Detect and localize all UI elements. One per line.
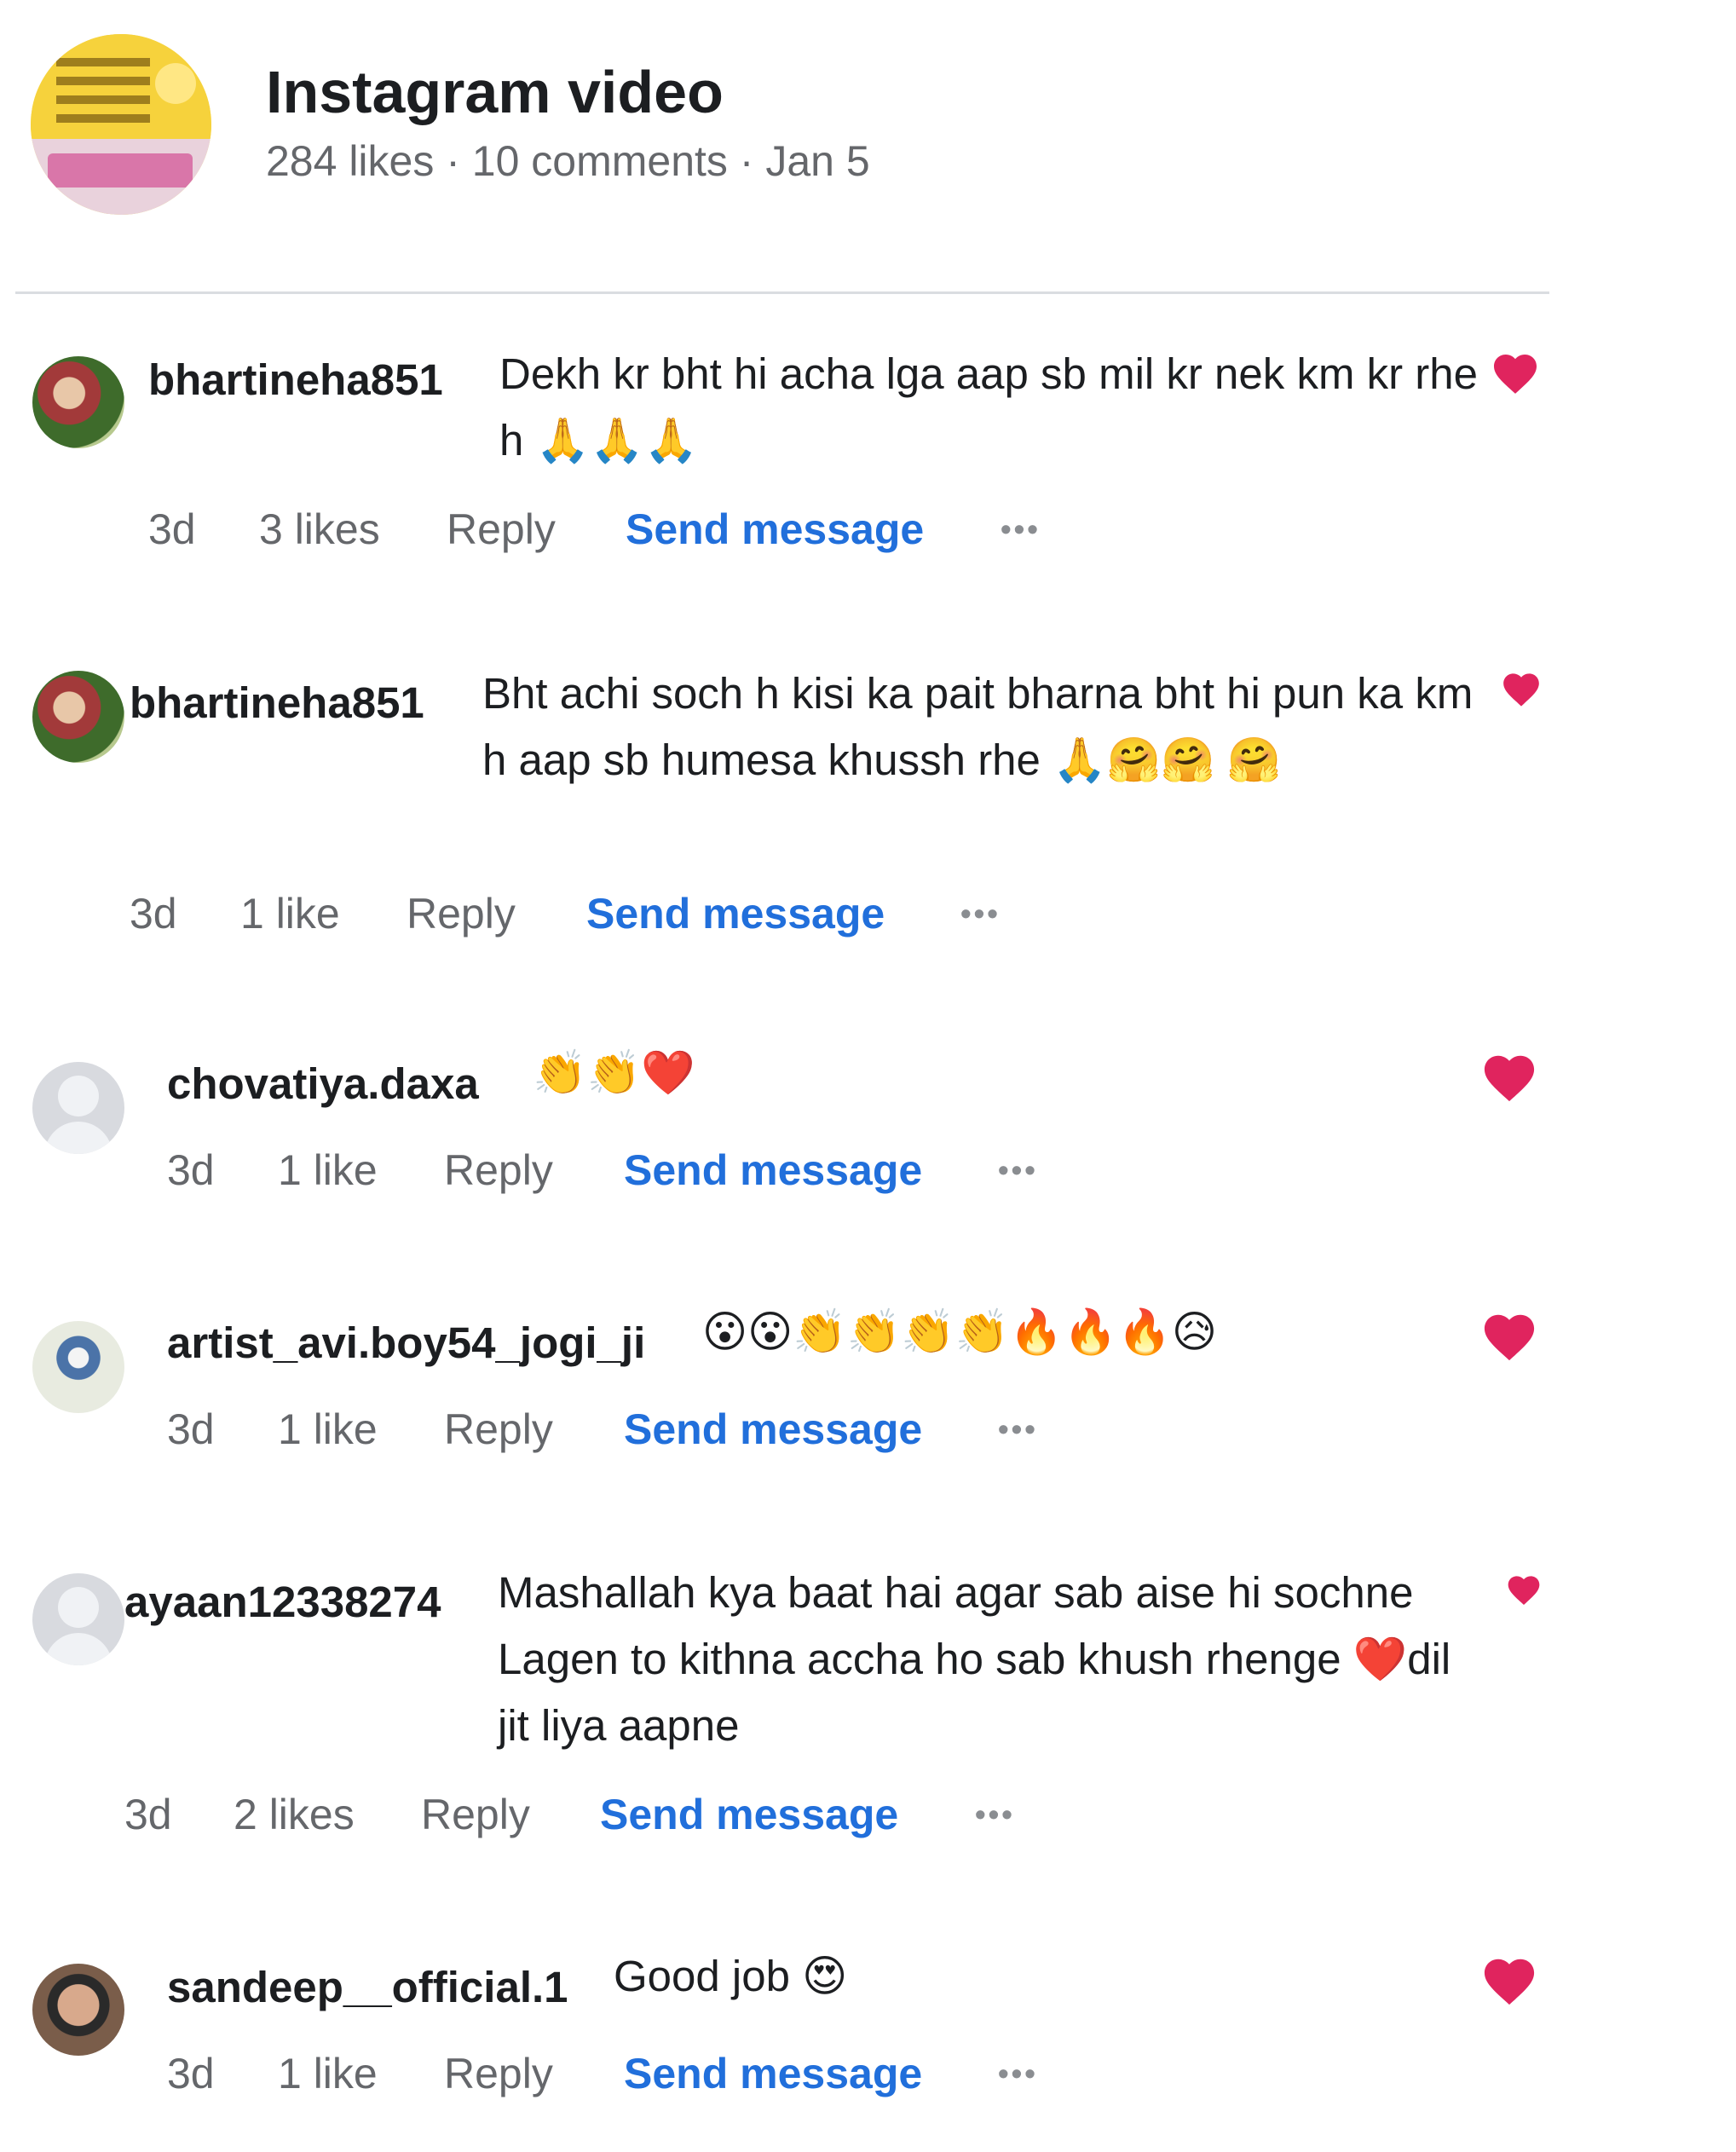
comment-actions: 3d 1 like Reply Send message ••• bbox=[167, 2049, 1104, 2100]
comment-text: 😮😮👏👏👏👏🔥🔥🔥😥 bbox=[702, 1307, 1218, 1356]
comment-text: Good job 😍 bbox=[614, 1952, 848, 2000]
heart-icon[interactable] bbox=[1479, 1952, 1539, 2006]
comment-time: 3d bbox=[167, 1146, 215, 1194]
comment-time: 3d bbox=[167, 1405, 215, 1453]
post-title[interactable]: Instagram video bbox=[266, 58, 724, 126]
reply-button[interactable]: Reply bbox=[444, 2049, 553, 2098]
send-message-button[interactable]: Send message bbox=[626, 505, 924, 554]
post-thumbnail[interactable] bbox=[31, 34, 211, 215]
comment-item: bhartineha851 Dekh kr bht hi acha lga aa… bbox=[0, 341, 1551, 563]
more-options-button[interactable]: ••• bbox=[960, 896, 1001, 932]
more-options-button[interactable]: ••• bbox=[1001, 511, 1041, 547]
comment-actions: 3d 3 likes Reply Send message ••• bbox=[148, 505, 1086, 556]
comment-time: 3d bbox=[130, 890, 177, 938]
post-meta: 284 likes · 10 comments · Jan 5 bbox=[266, 137, 870, 185]
send-message-button[interactable]: Send message bbox=[586, 889, 885, 938]
reply-button[interactable]: Reply bbox=[444, 1405, 553, 1454]
divider bbox=[15, 291, 1549, 294]
comment-actions: 3d 2 likes Reply Send message ••• bbox=[124, 1790, 1062, 1841]
comment-actions: 3d 1 like Reply Send message ••• bbox=[167, 1145, 1104, 1197]
heart-icon[interactable] bbox=[1505, 1565, 1543, 1613]
comment-item: chovatiya.daxa 👏👏❤️ 3d 1 like Reply Send… bbox=[0, 1040, 1551, 1210]
heart-icon[interactable] bbox=[1500, 664, 1543, 712]
comment-username[interactable]: chovatiya.daxa bbox=[167, 1059, 479, 1109]
comment-time: 3d bbox=[124, 1791, 172, 1838]
comment-likes[interactable]: 2 likes bbox=[234, 1790, 355, 1839]
heart-icon[interactable] bbox=[1490, 348, 1541, 395]
comment-text: Mashallah kya baat hai agar sab aise hi … bbox=[498, 1568, 1451, 1750]
avatar[interactable] bbox=[32, 1964, 124, 2056]
post-header: Instagram video 284 likes · 10 comments … bbox=[31, 34, 1548, 217]
comment-likes[interactable]: 1 like bbox=[240, 889, 340, 938]
comment-time: 3d bbox=[167, 2050, 215, 2097]
comment-item: bhartineha851 Bht achi soch h kisi ka pa… bbox=[0, 661, 1551, 950]
comment-time: 3d bbox=[148, 505, 196, 553]
more-options-button[interactable]: ••• bbox=[998, 2056, 1038, 2091]
comment-text: Bht achi soch h kisi ka pait bharna bht … bbox=[482, 669, 1474, 784]
comment-likes[interactable]: 1 like bbox=[278, 1405, 378, 1454]
avatar[interactable] bbox=[32, 1321, 124, 1413]
comment-actions: 3d 1 like Reply Send message ••• bbox=[167, 1405, 1104, 1456]
reply-button[interactable]: Reply bbox=[407, 889, 516, 938]
comment-username[interactable]: bhartineha851 bbox=[130, 678, 424, 728]
reply-button[interactable]: Reply bbox=[421, 1790, 530, 1839]
comment-text: Dekh kr bht hi acha lga aap sb mil kr ne… bbox=[499, 349, 1478, 464]
comment-likes[interactable]: 1 like bbox=[278, 2049, 378, 2098]
avatar[interactable] bbox=[32, 356, 124, 448]
comment-actions: 3d 1 like Reply Send message ••• bbox=[130, 889, 1067, 940]
comment-username[interactable]: sandeep__official.1 bbox=[167, 1962, 568, 2012]
comment-item: sandeep__official.1 Good job 😍 3d 1 like… bbox=[0, 1943, 1551, 2114]
comment-username[interactable]: ayaan12338274 bbox=[124, 1577, 441, 1627]
more-options-button[interactable]: ••• bbox=[998, 1152, 1038, 1188]
more-options-button[interactable]: ••• bbox=[998, 1411, 1038, 1447]
comment-item: artist_avi.boy54_jogi_ji 😮😮👏👏👏👏🔥🔥🔥😥 3d 1… bbox=[0, 1299, 1551, 1469]
reply-button[interactable]: Reply bbox=[444, 1145, 553, 1195]
heart-icon[interactable] bbox=[1479, 1048, 1539, 1103]
send-message-button[interactable]: Send message bbox=[600, 1790, 898, 1839]
comment-username[interactable]: bhartineha851 bbox=[148, 355, 443, 405]
heart-icon[interactable] bbox=[1479, 1307, 1539, 1362]
avatar[interactable] bbox=[32, 1573, 124, 1665]
comment-text: 👏👏❤️ bbox=[533, 1048, 695, 1097]
comment-username[interactable]: artist_avi.boy54_jogi_ji bbox=[167, 1318, 645, 1368]
send-message-button[interactable]: Send message bbox=[624, 1405, 922, 1454]
send-message-button[interactable]: Send message bbox=[624, 2049, 922, 2098]
avatar[interactable] bbox=[32, 671, 124, 763]
send-message-button[interactable]: Send message bbox=[624, 1145, 922, 1195]
reply-button[interactable]: Reply bbox=[447, 505, 556, 554]
comment-likes[interactable]: 1 like bbox=[278, 1145, 378, 1195]
avatar[interactable] bbox=[32, 1062, 124, 1154]
more-options-button[interactable]: ••• bbox=[975, 1797, 1015, 1832]
comment-item: ayaan12338274 Mashallah kya baat hai aga… bbox=[0, 1560, 1551, 1849]
comment-likes[interactable]: 3 likes bbox=[259, 505, 380, 554]
